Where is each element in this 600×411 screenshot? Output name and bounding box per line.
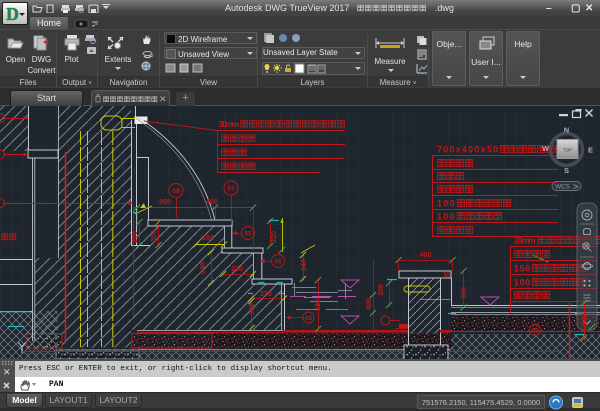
svg-text:E: E (588, 146, 593, 155)
svg-text:700x400x50: 700x400x50 (437, 145, 499, 155)
svg-text:50: 50 (444, 273, 451, 279)
svg-text:230: 230 (260, 291, 272, 298)
svg-text:✕: ✕ (159, 94, 167, 104)
svg-text:N: N (564, 126, 569, 135)
svg-text:100: 100 (437, 212, 456, 222)
svg-text:✕: ✕ (3, 367, 11, 377)
svg-text:08: 08 (531, 328, 539, 335)
svg-text:07: 07 (227, 186, 235, 193)
svg-text:100: 100 (514, 278, 531, 288)
svg-text:100: 100 (437, 199, 456, 209)
svg-text:WCS: WCS (555, 183, 569, 190)
svg-text:400: 400 (420, 252, 432, 259)
svg-text:20mm: 20mm (219, 119, 239, 129)
svg-text:500: 500 (582, 313, 589, 325)
svg-text:TOP: TOP (563, 148, 572, 153)
svg-text:08: 08 (172, 188, 180, 195)
svg-text:S: S (564, 166, 569, 175)
svg-text:150: 150 (514, 264, 531, 274)
svg-text:220: 220 (271, 231, 278, 243)
svg-text:190: 190 (202, 235, 214, 242)
svg-text:240: 240 (200, 262, 207, 274)
svg-text:900: 900 (159, 199, 171, 206)
svg-text:W: W (542, 144, 550, 153)
svg-text:05: 05 (244, 231, 252, 238)
svg-text:300: 300 (461, 287, 468, 299)
svg-text:200: 200 (151, 230, 158, 242)
svg-text:05: 05 (305, 315, 313, 322)
svg-text:240: 240 (301, 259, 308, 271)
svg-text:400: 400 (206, 199, 218, 206)
svg-text:200: 200 (132, 231, 139, 243)
svg-text:20mm: 20mm (514, 236, 536, 246)
svg-text:05: 05 (274, 259, 282, 266)
svg-text:300: 300 (378, 284, 385, 296)
svg-text:300: 300 (249, 303, 256, 315)
svg-text:230: 230 (231, 266, 243, 273)
svg-text:400: 400 (366, 298, 373, 310)
